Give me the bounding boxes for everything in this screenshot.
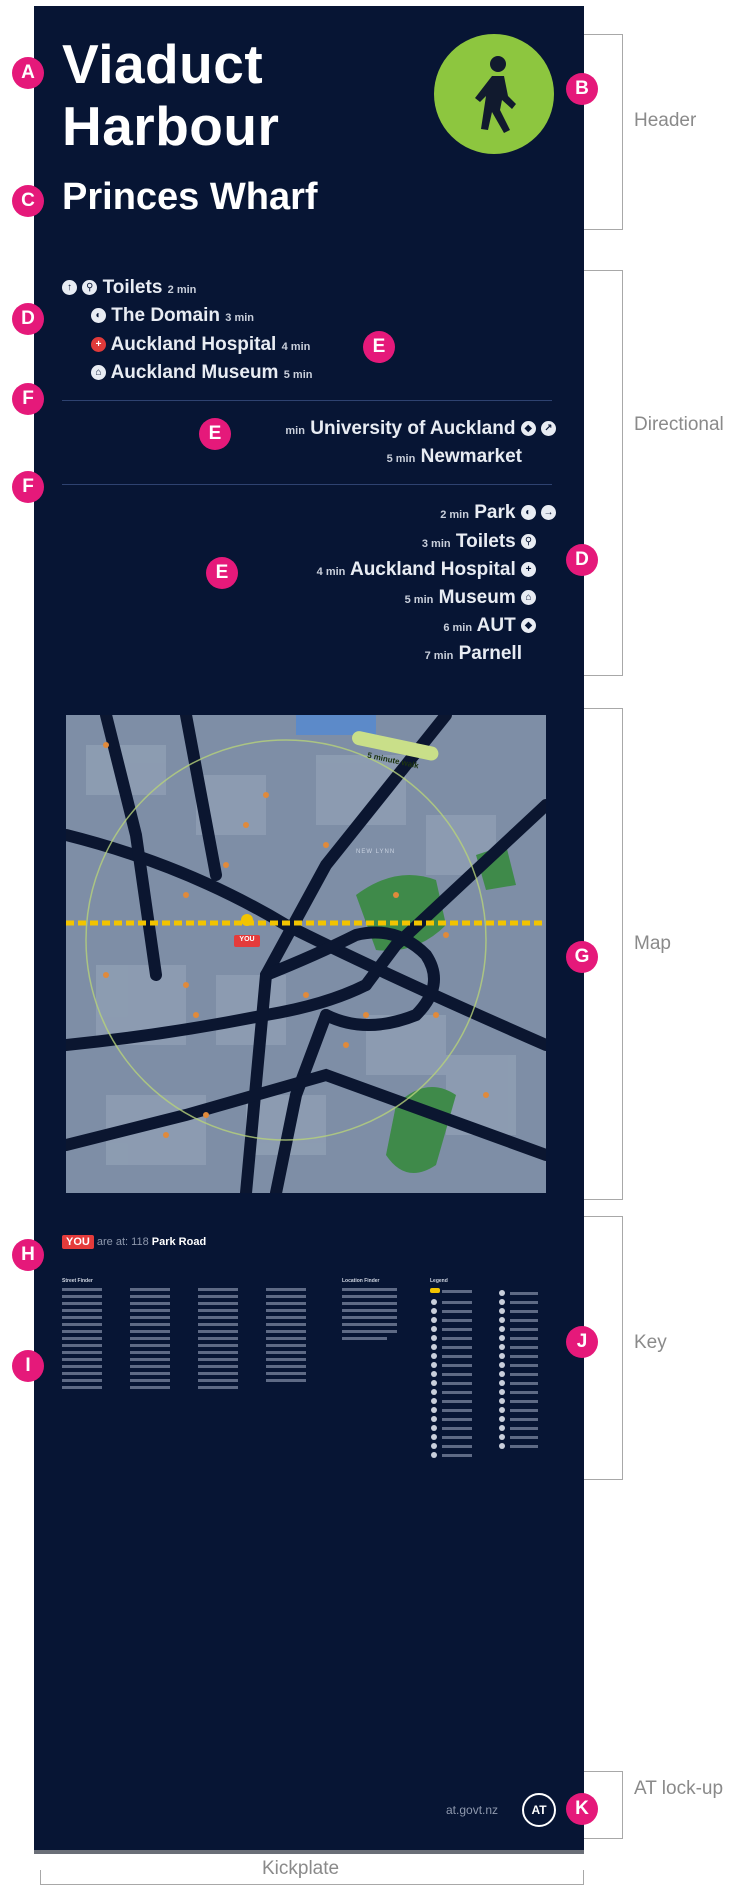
park-icon: ◐ — [520, 505, 536, 521]
direction-time: 4 min — [316, 566, 346, 578]
annotation-directional: Directional — [634, 414, 724, 435]
address-number: 118 — [131, 1236, 149, 1248]
sign-title-line1: Viaduct — [62, 33, 264, 95]
direction-park: 2 min Park ◐ → — [440, 502, 556, 524]
annotation-map: Map — [634, 933, 671, 954]
direction-newmarket: 5 min Newmarket — [387, 446, 522, 468]
you-tag: YOU — [62, 1235, 94, 1249]
badge-h: H — [12, 1239, 44, 1271]
direction-name: Newmarket — [420, 446, 522, 467]
badge-d-left: D — [12, 303, 44, 335]
direction-time: 3 min — [421, 538, 451, 550]
museum-icon: ⌂ — [91, 365, 106, 381]
you-are-at-prefix: are at: — [96, 1236, 129, 1248]
toilet-icon: ⚲ — [521, 534, 536, 550]
direction-domain: ◐ The Domain 3 min — [91, 305, 254, 327]
direction-name: Parnell — [458, 643, 522, 664]
direction-time: 4 min — [281, 341, 311, 353]
direction-parnell: 7 min Parnell — [425, 643, 522, 665]
direction-hospital-1: + Auckland Hospital 4 min — [91, 334, 310, 356]
arrow-right-icon: → — [541, 505, 556, 521]
direction-toilets-2: 3 min Toilets ⚲ — [422, 531, 536, 553]
badge-i: I — [12, 1350, 44, 1382]
badge-e-bottom: E — [206, 557, 238, 589]
direction-name: The Domain — [111, 305, 221, 326]
divider-rule — [62, 484, 552, 485]
arrow-up-icon: ↑ — [62, 280, 77, 296]
header-bracket — [584, 34, 623, 230]
arrow-up-right-icon: ↗ — [541, 421, 556, 437]
you-are-at-line: YOU are at: 118 Park Road — [62, 1235, 207, 1249]
direction-name: Auckland Hospital — [349, 559, 516, 580]
map-area-label: NEW LYNN — [356, 849, 396, 855]
direction-toilets-1: ↑ ⚲ Toilets 2 min — [62, 277, 196, 299]
location-finder-heading: Location Finder — [342, 1278, 380, 1284]
direction-time: 3 min — [225, 312, 255, 324]
badge-a: A — [12, 57, 44, 89]
badge-f-bottom: F — [12, 471, 44, 503]
map-legend — [430, 1288, 550, 1463]
badge-e-top: E — [363, 331, 395, 363]
direction-name: Park — [474, 502, 516, 523]
direction-name: Auckland Hospital — [110, 334, 277, 355]
direction-time: 5 min — [404, 594, 434, 606]
direction-time: 5 min — [386, 453, 416, 465]
location-finder-list — [342, 1288, 412, 1348]
direction-name: AUT — [476, 615, 516, 636]
park-icon: ◐ — [91, 308, 106, 324]
education-icon: ◆ — [520, 421, 536, 437]
badge-c: C — [12, 185, 44, 217]
direction-name: Toilets — [102, 277, 163, 298]
toilet-icon: ⚲ — [82, 280, 98, 296]
sign-title-line2: Harbour — [62, 95, 280, 157]
direction-aut: 6 min AUT ◆ — [443, 615, 536, 637]
legend-heading: Legend — [430, 1278, 448, 1284]
direction-time: 2 min — [167, 284, 197, 296]
sign-subtitle: Princes Wharf — [62, 176, 318, 218]
direction-time: 2 min — [440, 509, 469, 521]
street-finder-list — [62, 1288, 332, 1398]
direction-time: 6 min — [443, 622, 473, 634]
annotation-at-lockup: AT lock-up — [634, 1778, 724, 1799]
direction-time: min — [285, 425, 305, 437]
divider-rule — [62, 400, 552, 401]
at-url: at.govt.nz — [446, 1803, 499, 1817]
street-finder-heading: Street Finder — [62, 1278, 93, 1284]
area-map: 5 minute walk YOU NEW LYNN — [66, 715, 546, 1193]
at-lockup-bracket — [584, 1771, 623, 1839]
hospital-icon: + — [91, 337, 106, 353]
badge-e-mid: E — [199, 418, 231, 450]
hospital-icon: + — [521, 562, 536, 578]
key-bracket — [584, 1216, 623, 1480]
annotation-key: Key — [634, 1332, 667, 1353]
direction-name: University of Auckland — [310, 418, 516, 439]
badge-f-top: F — [12, 383, 44, 415]
address-street: Park Road — [151, 1236, 207, 1248]
at-logo: AT — [522, 1793, 556, 1827]
direction-time: 5 min — [283, 369, 313, 381]
direction-time: 7 min — [424, 650, 454, 662]
annotation-kickplate: Kickplate — [256, 1858, 346, 1880]
directional-bracket — [584, 270, 623, 676]
kickplate-strip — [34, 1850, 584, 1854]
annotation-header: Header — [634, 110, 697, 131]
direction-name: Auckland Museum — [110, 362, 279, 383]
direction-university: min University of Auckland ◆ ↗ — [285, 418, 556, 440]
direction-name: Museum — [438, 587, 516, 608]
direction-museum-1: ⌂ Auckland Museum 5 min — [91, 362, 312, 384]
direction-museum-2: 5 min Museum ⌂ — [405, 587, 536, 609]
pedestrian-walk-icon — [434, 34, 554, 154]
direction-name: Toilets — [455, 531, 516, 552]
map-bracket — [584, 708, 623, 1200]
education-icon: ◆ — [521, 618, 536, 634]
map-you-marker: YOU — [239, 936, 255, 943]
direction-hospital-2: 4 min Auckland Hospital + — [317, 559, 536, 581]
museum-icon: ⌂ — [521, 590, 536, 606]
